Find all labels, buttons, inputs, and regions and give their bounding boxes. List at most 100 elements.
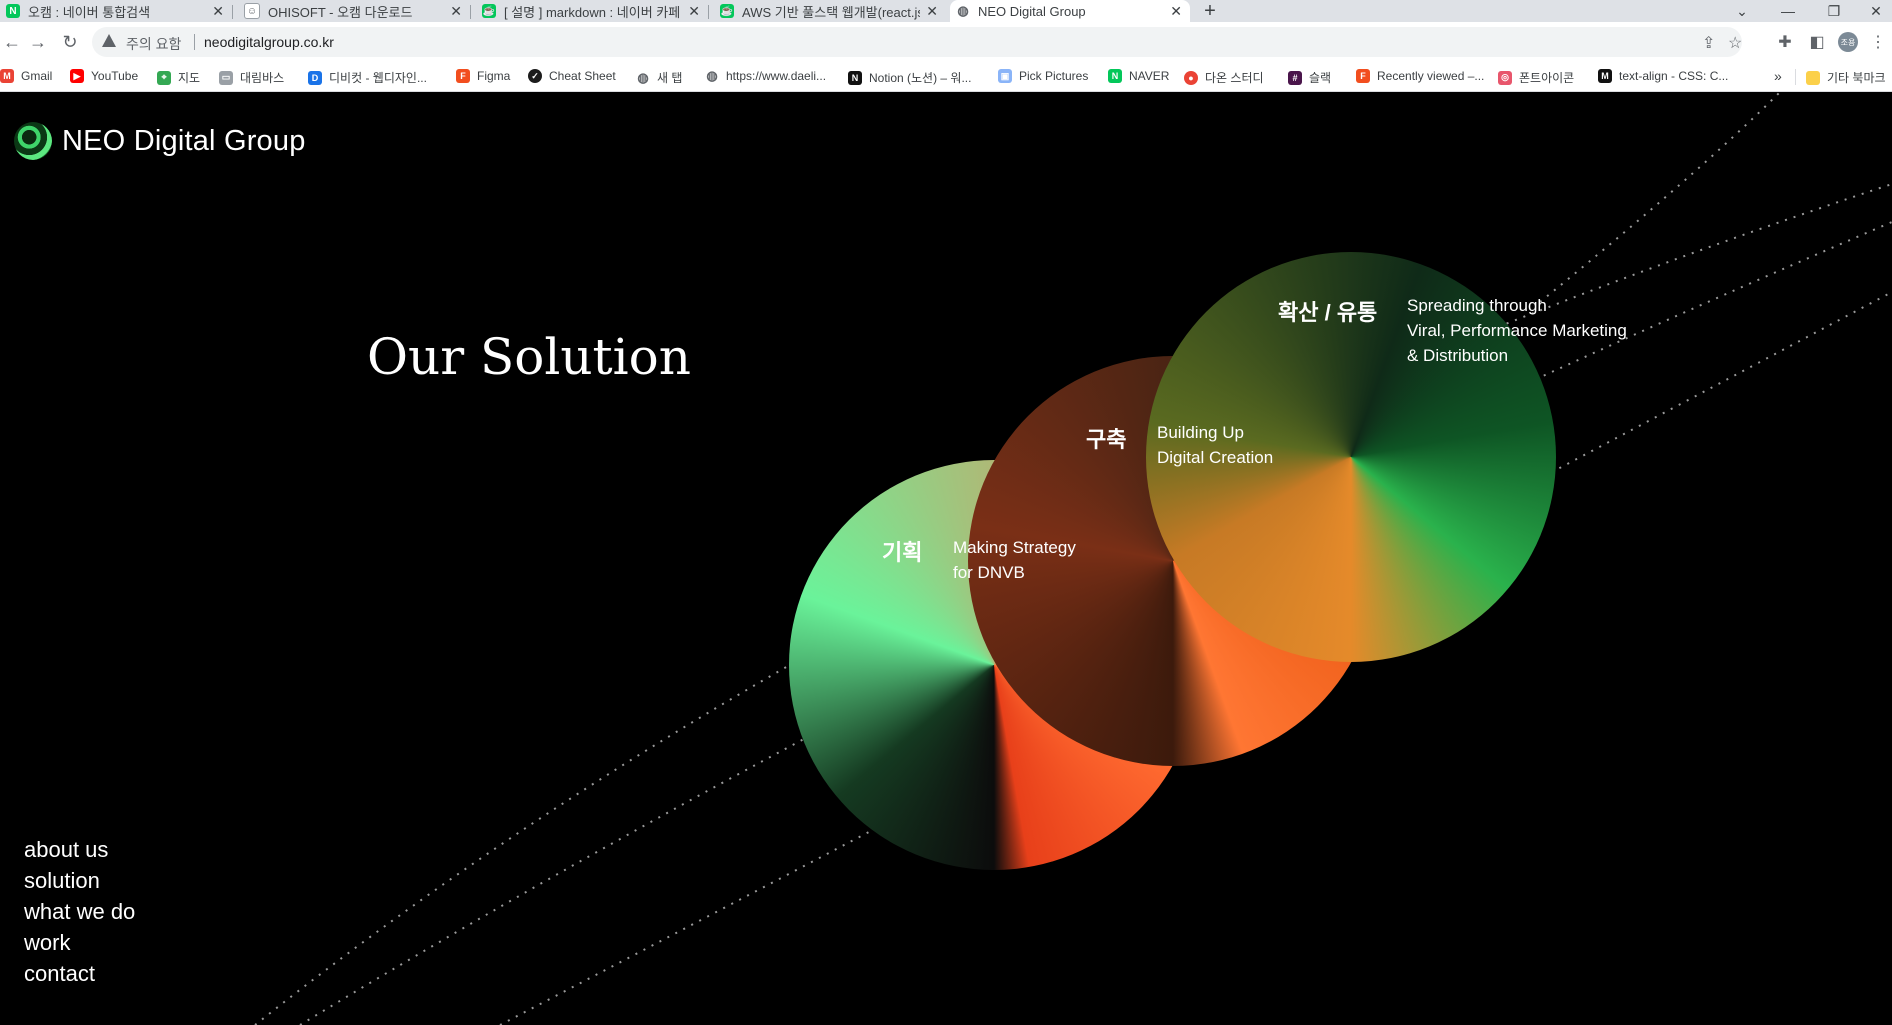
solution-spreading-title: 확산 / 유통 — [1278, 300, 1378, 325]
logo-mark-icon — [14, 122, 52, 160]
tab-ohisoft[interactable]: ☺ OHISOFT - 오캠 다운로드 ✕ — [238, 0, 470, 22]
browser-toolbar: ← → ↻ 주의 요함 neodigitalgroup.co.kr ⇪ ☆ ✚ … — [0, 22, 1892, 62]
bookmark-pick-pictures[interactable]: ▣ Pick Pictures — [998, 69, 1088, 83]
daon-icon: ● — [1184, 70, 1198, 85]
site-logo[interactable]: NEO Digital Group — [14, 122, 306, 160]
tab-strip: N 오캠 : 네이버 통합검색 ✕ ☺ OHISOFT - 오캠 다운로드 ✕ … — [0, 0, 1892, 22]
back-button[interactable]: ← — [0, 30, 24, 54]
new-tab-button[interactable]: + — [1198, 0, 1222, 22]
tab-neo-digital-group[interactable]: ◍ NEO Digital Group ✕ — [950, 0, 1190, 22]
bookmark-label: text-align - CSS: C... — [1619, 69, 1729, 83]
forward-button[interactable]: → — [26, 30, 50, 54]
image-icon: ▣ — [998, 69, 1012, 83]
solution-building-title: 구축 — [1086, 427, 1127, 452]
bookmark-recently-viewed[interactable]: F Recently viewed –... — [1356, 69, 1484, 83]
bookmark-label: 기타 북마크 — [1827, 71, 1886, 85]
close-icon[interactable]: ✕ — [450, 3, 462, 20]
tab-cafe-markdown[interactable]: ☕ [ 설명 ] markdown : 네이버 카페 ✕ — [476, 0, 708, 22]
bookmark-label: Cheat Sheet — [549, 69, 616, 83]
naver-icon: N — [1108, 69, 1122, 83]
mdn-icon: M — [1598, 69, 1612, 83]
tab-divider — [470, 5, 471, 19]
desc-line: Making Strategy — [953, 538, 1076, 557]
globe-icon: ◍ — [636, 69, 650, 85]
tab-title: AWS 기반 풀스택 웹개발(react.js — [742, 4, 921, 20]
bookmark-dbcut[interactable]: D 디비컷 - 웹디자인... — [308, 69, 427, 86]
tab-divider — [232, 5, 233, 19]
ohisoft-icon: ☺ — [244, 3, 260, 19]
close-icon[interactable]: ✕ — [1170, 3, 1182, 20]
bookmark-star-icon[interactable]: ☆ — [1728, 33, 1742, 53]
bookmark-new-tab[interactable]: ◍ 새 탭 — [636, 69, 682, 86]
bookmark-slack[interactable]: # 슬랙 — [1288, 69, 1331, 86]
bookmark-daelimbath[interactable]: ▭ 대림바스 — [219, 69, 284, 86]
site-nav-menu: about us solution what we do work contac… — [24, 834, 135, 989]
tab-title: NEO Digital Group — [978, 3, 1086, 19]
reload-button[interactable]: ↻ — [58, 30, 82, 54]
nav-contact[interactable]: contact — [24, 958, 135, 989]
bookmark-label: 폰트아이콘 — [1519, 71, 1575, 85]
cafe-icon: ☕ — [482, 4, 496, 18]
bookmarks-overflow-button[interactable]: » — [1774, 68, 1782, 84]
side-panel-icon[interactable]: ◧ — [1805, 30, 1829, 54]
menu-kebab-icon[interactable]: ⋮ — [1866, 30, 1890, 54]
bookmark-other-folder[interactable]: 기타 북마크 — [1806, 69, 1886, 86]
bookmark-label: Figma — [477, 69, 511, 83]
close-icon[interactable]: ✕ — [688, 3, 700, 20]
figma-icon: F — [1356, 69, 1370, 83]
bookmark-daelim-url[interactable]: ◍ https://www.daeli... — [705, 68, 827, 83]
bookmark-font-icon[interactable]: ◎ 폰트아이콘 — [1498, 69, 1574, 86]
desc-line: & Distribution — [1407, 346, 1509, 365]
bookmark-youtube[interactable]: ▶ YouTube — [70, 69, 138, 83]
nav-what-we-do[interactable]: what we do — [24, 896, 135, 927]
desc-line: Viral, Performance Marketing — [1407, 321, 1627, 340]
orbit-line-4 — [1539, 92, 1781, 303]
warning-icon[interactable] — [102, 34, 116, 47]
close-icon[interactable]: ✕ — [926, 3, 938, 20]
tab-title: [ 설명 ] markdown : 네이버 카페 — [504, 4, 681, 20]
bookmark-figma[interactable]: F Figma — [456, 69, 510, 83]
extensions-icon[interactable]: ✚ — [1773, 30, 1797, 54]
close-icon[interactable]: ✕ — [212, 3, 224, 20]
bookmark-notion[interactable]: N Notion (노션) – 워... — [848, 69, 971, 86]
bookmark-maps[interactable]: ⌖ 지도 — [157, 69, 200, 86]
url-text[interactable]: neodigitalgroup.co.kr — [204, 34, 334, 50]
bookmark-label: Recently viewed –... — [1377, 69, 1485, 83]
minimize-button[interactable]: — — [1768, 0, 1808, 22]
tab-naver-search[interactable]: N 오캠 : 네이버 통합검색 ✕ — [0, 0, 232, 22]
nav-work[interactable]: work — [24, 927, 135, 958]
desc-line: Spreading through — [1407, 296, 1547, 315]
bookmark-naver[interactable]: N NAVER — [1108, 69, 1169, 83]
bookmark-cheat-sheet[interactable]: ✓ Cheat Sheet — [528, 69, 616, 83]
tab-cafe-aws[interactable]: ☕ AWS 기반 풀스택 웹개발(react.js ✕ — [714, 0, 946, 22]
address-bar[interactable]: 주의 요함 neodigitalgroup.co.kr ⇪ ☆ — [92, 27, 1742, 57]
desc-line: Digital Creation — [1157, 448, 1274, 467]
section-title: Our Solution — [367, 328, 691, 386]
tab-search-icon[interactable]: ⌄ — [1722, 0, 1762, 22]
figma-icon: F — [456, 69, 470, 83]
bookmark-label: 다온 스터디 — [1205, 71, 1264, 85]
bookmark-label: 지도 — [178, 71, 201, 85]
nav-solution[interactable]: solution — [24, 865, 135, 896]
bookmark-label: https://www.daeli... — [726, 69, 827, 83]
dbcut-icon: D — [308, 70, 322, 85]
folder-icon: ▭ — [219, 70, 233, 85]
bookmark-gmail[interactable]: M Gmail — [0, 69, 52, 83]
bookmark-mdn-text-align[interactable]: Mtext-align - CSS: C... — [1598, 69, 1728, 83]
bookmark-daon-study[interactable]: ● 다온 스터디 — [1184, 69, 1264, 86]
bookmarks-divider — [1795, 69, 1796, 85]
close-window-button[interactable]: ✕ — [1856, 0, 1892, 22]
profile-avatar[interactable]: 조용 — [1838, 32, 1858, 52]
bookmark-label: Notion (노션) – 워... — [869, 71, 972, 85]
solution-spreading-desc: Spreading through Viral, Performance Mar… — [1407, 293, 1627, 368]
nav-about-us[interactable]: about us — [24, 834, 135, 865]
share-icon[interactable]: ⇪ — [1702, 33, 1715, 53]
globe-icon: ◍ — [705, 68, 719, 83]
fonticon-icon: ◎ — [1498, 70, 1512, 85]
globe-icon: ◍ — [956, 3, 970, 18]
gmail-icon: M — [0, 69, 14, 83]
desc-line: for DNVB — [953, 563, 1025, 582]
restore-button[interactable]: ❐ — [1814, 0, 1854, 22]
security-label[interactable]: 주의 요함 — [126, 34, 181, 54]
page-viewport: NEO Digital Group Our Solution 기획 Making… — [0, 92, 1892, 1025]
